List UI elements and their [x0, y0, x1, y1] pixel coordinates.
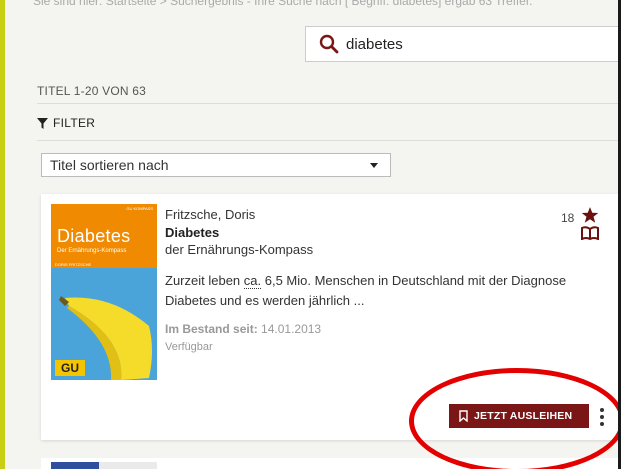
search-input[interactable] [346, 35, 596, 53]
divider [37, 140, 621, 141]
result-count: TITEL 1-20 VON 63 [37, 84, 146, 98]
star-icon[interactable] [581, 206, 599, 224]
search-icon[interactable] [318, 33, 340, 55]
description-start: Zurzeit leben [165, 273, 244, 288]
breadcrumb: Sie sind hier: Startseite > Suchergebnis… [33, 0, 533, 8]
subtitle: der Ernährungs-Kompass [165, 242, 314, 257]
publisher-logo: GU [55, 360, 85, 376]
filter-toggle[interactable]: FILTER [37, 116, 95, 130]
book-icon[interactable] [581, 226, 599, 240]
rating-count: 18 [561, 211, 575, 225]
borrow-button[interactable]: JETZT AUSLEIHEN [449, 404, 589, 428]
result-card-next [41, 458, 621, 469]
chevron-down-icon [370, 162, 378, 168]
description: Zurzeit leben ca. 6,5 Mio. Menschen in D… [165, 271, 575, 311]
cover-detail [99, 462, 157, 469]
availability-status: Verfügbar [165, 341, 213, 353]
stock-label: Im Bestand seit: [165, 322, 258, 336]
cover-author: DORIS FRITZSCHE [55, 262, 92, 267]
borrow-button-label: JETZT AUSLEIHEN [474, 410, 573, 422]
sort-select-label: Titel sortieren nach [50, 157, 169, 173]
bookmark-icon [459, 410, 468, 422]
stock-date: Im Bestand seit: 14.01.2013 [165, 322, 321, 336]
cover-subtitle: Der Ernährungs-Kompass [57, 248, 127, 254]
divider [37, 103, 621, 104]
result-card: GU KOMPASS Diabetes Der Ernährungs-Kompa… [41, 194, 621, 440]
cover-series: GU KOMPASS [126, 206, 153, 211]
title-link[interactable]: Diabetes [165, 225, 219, 240]
book-cover[interactable]: GU KOMPASS Diabetes Der Ernährungs-Kompa… [51, 204, 157, 380]
author-link[interactable]: Fritzsche, Doris [165, 207, 255, 222]
search-box[interactable] [305, 26, 621, 62]
filter-label: FILTER [53, 116, 96, 130]
sort-select[interactable]: Titel sortieren nach [41, 153, 391, 177]
stock-date-value: 14.01.2013 [261, 322, 322, 336]
abbreviation: ca. [243, 273, 262, 289]
cover-title: Diabetes [57, 226, 131, 246]
more-vertical-icon[interactable] [599, 406, 605, 428]
page-frame: Sie sind hier: Startseite > Suchergebnis… [0, 0, 621, 469]
filter-icon [37, 117, 48, 129]
